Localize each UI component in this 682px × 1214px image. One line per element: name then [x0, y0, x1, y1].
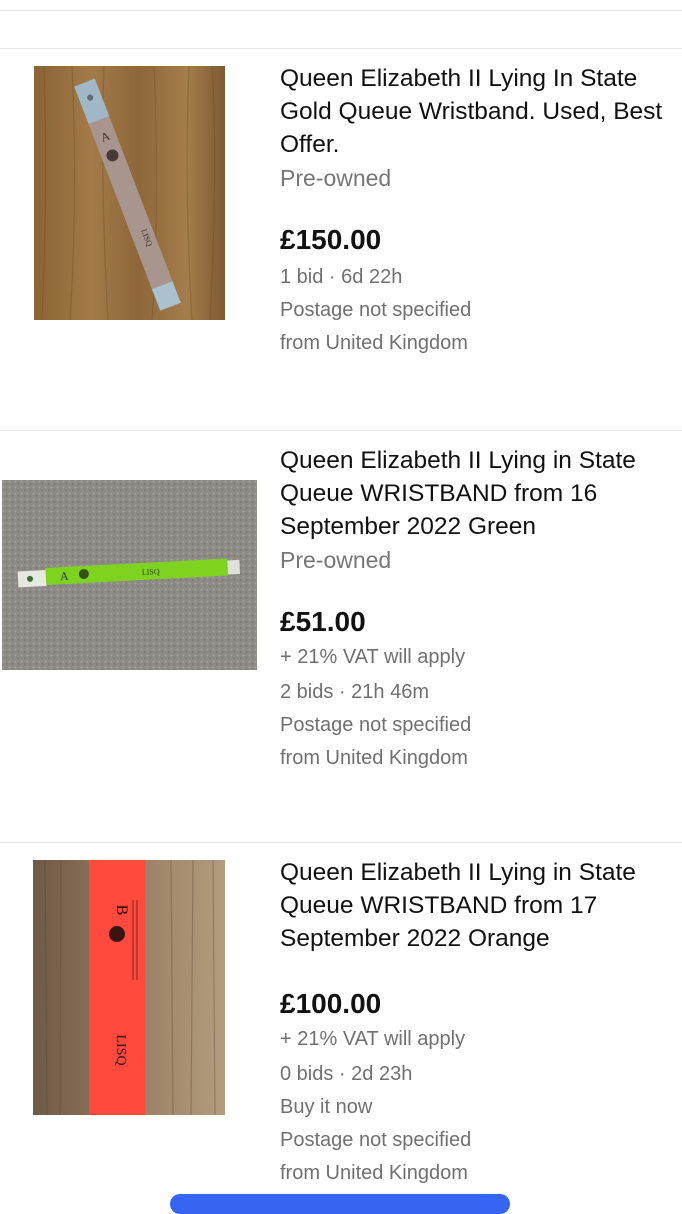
listing-bids: 0 bids · 2d 23h	[280, 1063, 413, 1085]
listing-condition: Pre-owned	[280, 547, 392, 573]
wristband-tag: LISQ	[113, 1034, 128, 1065]
listing-card[interactable]: B LISQ Queen Elizabeth II Lying in State…	[0, 842, 682, 1200]
listing-condition: Pre-owned	[280, 165, 392, 191]
listing-price: £100.00	[280, 988, 382, 1019]
listing-price: £150.00	[280, 224, 382, 255]
listing-postage: Postage not specified	[280, 1129, 472, 1151]
listing-postage: Postage not specified	[280, 299, 472, 321]
wristband-letter: A	[60, 569, 70, 583]
listing-image-orange-wristband[interactable]: B LISQ	[33, 860, 225, 1115]
listing-vat: + 21% VAT will apply	[280, 1028, 466, 1050]
listing-info: Queen Elizabeth II Lying In State Gold Q…	[280, 62, 676, 360]
listing-bids: 1 bid · 6d 22h	[280, 266, 403, 288]
listing-bids: 2 bids · 21h 46m	[280, 681, 429, 703]
listing-info: Queen Elizabeth II Lying in State Queue …	[280, 444, 676, 775]
top-divider	[0, 10, 682, 11]
listing-location: from United Kingdom	[280, 747, 468, 769]
listing-info: Queen Elizabeth II Lying in State Queue …	[280, 856, 676, 1190]
listing-buy-now: Buy it now	[280, 1096, 373, 1118]
listing-vat: + 21% VAT will apply	[280, 646, 466, 668]
listing-location: from United Kingdom	[280, 332, 468, 354]
listing-title[interactable]: Queen Elizabeth II Lying in State Queue …	[280, 856, 676, 955]
floating-action-button[interactable]	[170, 1194, 510, 1214]
listing-price: £51.00	[280, 606, 366, 637]
wristband-tag: LISQ	[142, 567, 160, 577]
listing-card[interactable]: A LISQ Queen Elizabeth II Lying In State…	[0, 48, 682, 430]
listing-postage: Postage not specified	[280, 714, 472, 736]
listing-title[interactable]: Queen Elizabeth II Lying in State Queue …	[280, 444, 676, 543]
listing-image-green-wristband[interactable]: A LISQ	[2, 480, 257, 670]
listing-card[interactable]: A LISQ Queen Elizabeth II Lying in State…	[0, 430, 682, 842]
wristband-letter: B	[113, 905, 130, 916]
listing-location: from United Kingdom	[280, 1162, 468, 1184]
listing-title[interactable]: Queen Elizabeth II Lying In State Gold Q…	[280, 62, 676, 161]
listing-image-gold-wristband[interactable]: A LISQ	[34, 66, 225, 320]
